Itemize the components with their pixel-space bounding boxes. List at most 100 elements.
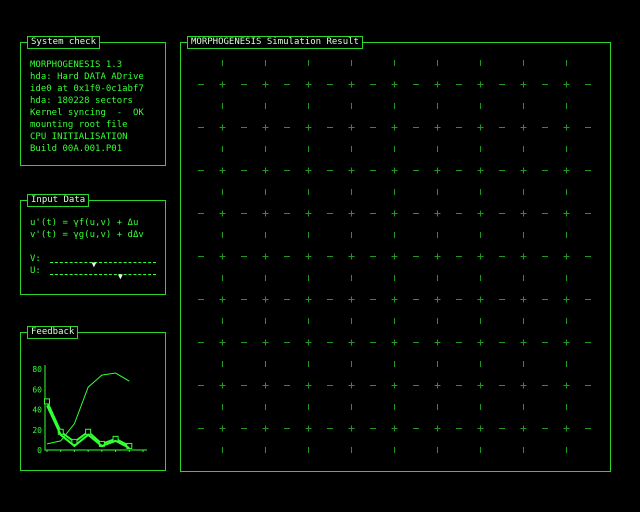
grid-mark [477,124,484,131]
grid-mark [434,425,441,432]
grid-mark [219,124,226,131]
grid-mark [219,81,226,88]
grid-mark [305,210,312,217]
grid-mark [477,382,484,389]
grid-mark [520,425,527,432]
grid-mark [477,81,484,88]
system-check-panel: System check MORPHOGENESIS 1.3 hda: Hard… [20,36,166,166]
system-check-log: MORPHOGENESIS 1.3 hda: Hard DATA ADrive … [30,59,144,155]
grid-mark [391,425,398,432]
grid-mark [305,339,312,346]
grid-mark [477,425,484,432]
system-check-title: System check [27,36,101,49]
grid-mark [305,253,312,260]
grid-mark [520,210,527,217]
grid-mark [348,167,355,174]
input-data-title: Input Data [27,194,90,207]
slider-u-thumb[interactable]: ▼ [118,273,123,281]
y-tick-label: 20 [32,426,42,435]
grid-mark [262,253,269,260]
grid-mark [434,124,441,131]
log-line: ide0 at 0x1f0-0c1abf7 [30,84,144,94]
equation-v: v'(t) = γg(u,v) + dΔv [30,230,144,240]
grid-mark [563,167,570,174]
simulation-grid [198,60,591,453]
grid-mark [348,339,355,346]
grid-mark [219,382,226,389]
grid-mark [434,167,441,174]
slider-v-label: V: [30,254,41,264]
grid-mark [219,339,226,346]
grid-mark [348,253,355,260]
grid-mark [348,210,355,217]
slider-v[interactable]: V: ▼ [30,254,160,269]
grid-mark [477,253,484,260]
grid-mark [563,253,570,260]
data-point [44,398,50,405]
grid-mark [563,425,570,432]
log-line: Build 00A.001.P01 [30,144,123,154]
grid-mark [477,339,484,346]
grid-mark [563,339,570,346]
grid-mark [391,124,398,131]
grid-mark [563,296,570,303]
grid-mark [219,425,226,432]
grid-mark [563,210,570,217]
slider-v-track[interactable]: ▼ [50,261,156,269]
slider-u-track[interactable]: ▼ [50,273,156,281]
grid-mark [262,210,269,217]
y-tick-label: 0 [37,446,42,455]
grid-mark [520,382,527,389]
y-tick-label: 80 [32,365,42,374]
grid-mark [477,296,484,303]
feedback-chart: 0 20 40 60 80 [32,365,147,455]
grid-mark [219,167,226,174]
grid-mark [219,210,226,217]
grid-mark [305,296,312,303]
grid-mark [520,296,527,303]
simulation-panel: MORPHOGENESIS Simulation Result [180,36,611,472]
log-line: Kernel syncing - OK [30,108,144,118]
grid-mark [391,339,398,346]
grid-mark [262,296,269,303]
log-line: CPU INITIALISATION [30,132,128,142]
grid-mark [434,81,441,88]
grid-mark [391,167,398,174]
grid-mark [434,253,441,260]
grid-mark [563,382,570,389]
grid-mark [262,124,269,131]
grid-mark [305,167,312,174]
grid-mark [434,382,441,389]
chart-axes [44,365,147,451]
grid-mark [434,296,441,303]
slider-u-label: U: [30,266,41,276]
grid-mark [391,382,398,389]
grid-mark [520,167,527,174]
grid-mark [434,210,441,217]
grid-mark [305,81,312,88]
grid-mark [348,382,355,389]
grid-mark [520,124,527,131]
grid-mark [348,124,355,131]
y-tick-label: 40 [32,406,42,415]
grid-mark [305,124,312,131]
grid-mark [262,382,269,389]
grid-mark [348,296,355,303]
grid-mark [391,296,398,303]
grid-mark [520,81,527,88]
grid-mark [348,81,355,88]
grid-mark [477,210,484,217]
y-tick-label: 60 [32,385,42,394]
grid-mark [219,253,226,260]
input-data-panel: Input Data u'(t) = γf(u,v) + Δu v'(t) = … [20,194,166,295]
grid-mark [305,425,312,432]
slider-u[interactable]: U: ▼ [30,266,160,281]
grid-mark [520,339,527,346]
grid-mark [305,382,312,389]
log-line: hda: 180228 sectors [30,96,133,106]
log-line: mounting root file [30,120,128,130]
grid-mark [262,425,269,432]
grid-mark [520,253,527,260]
feedback-panel: Feedback 0 20 40 60 80 [20,326,166,471]
grid-mark [219,296,226,303]
